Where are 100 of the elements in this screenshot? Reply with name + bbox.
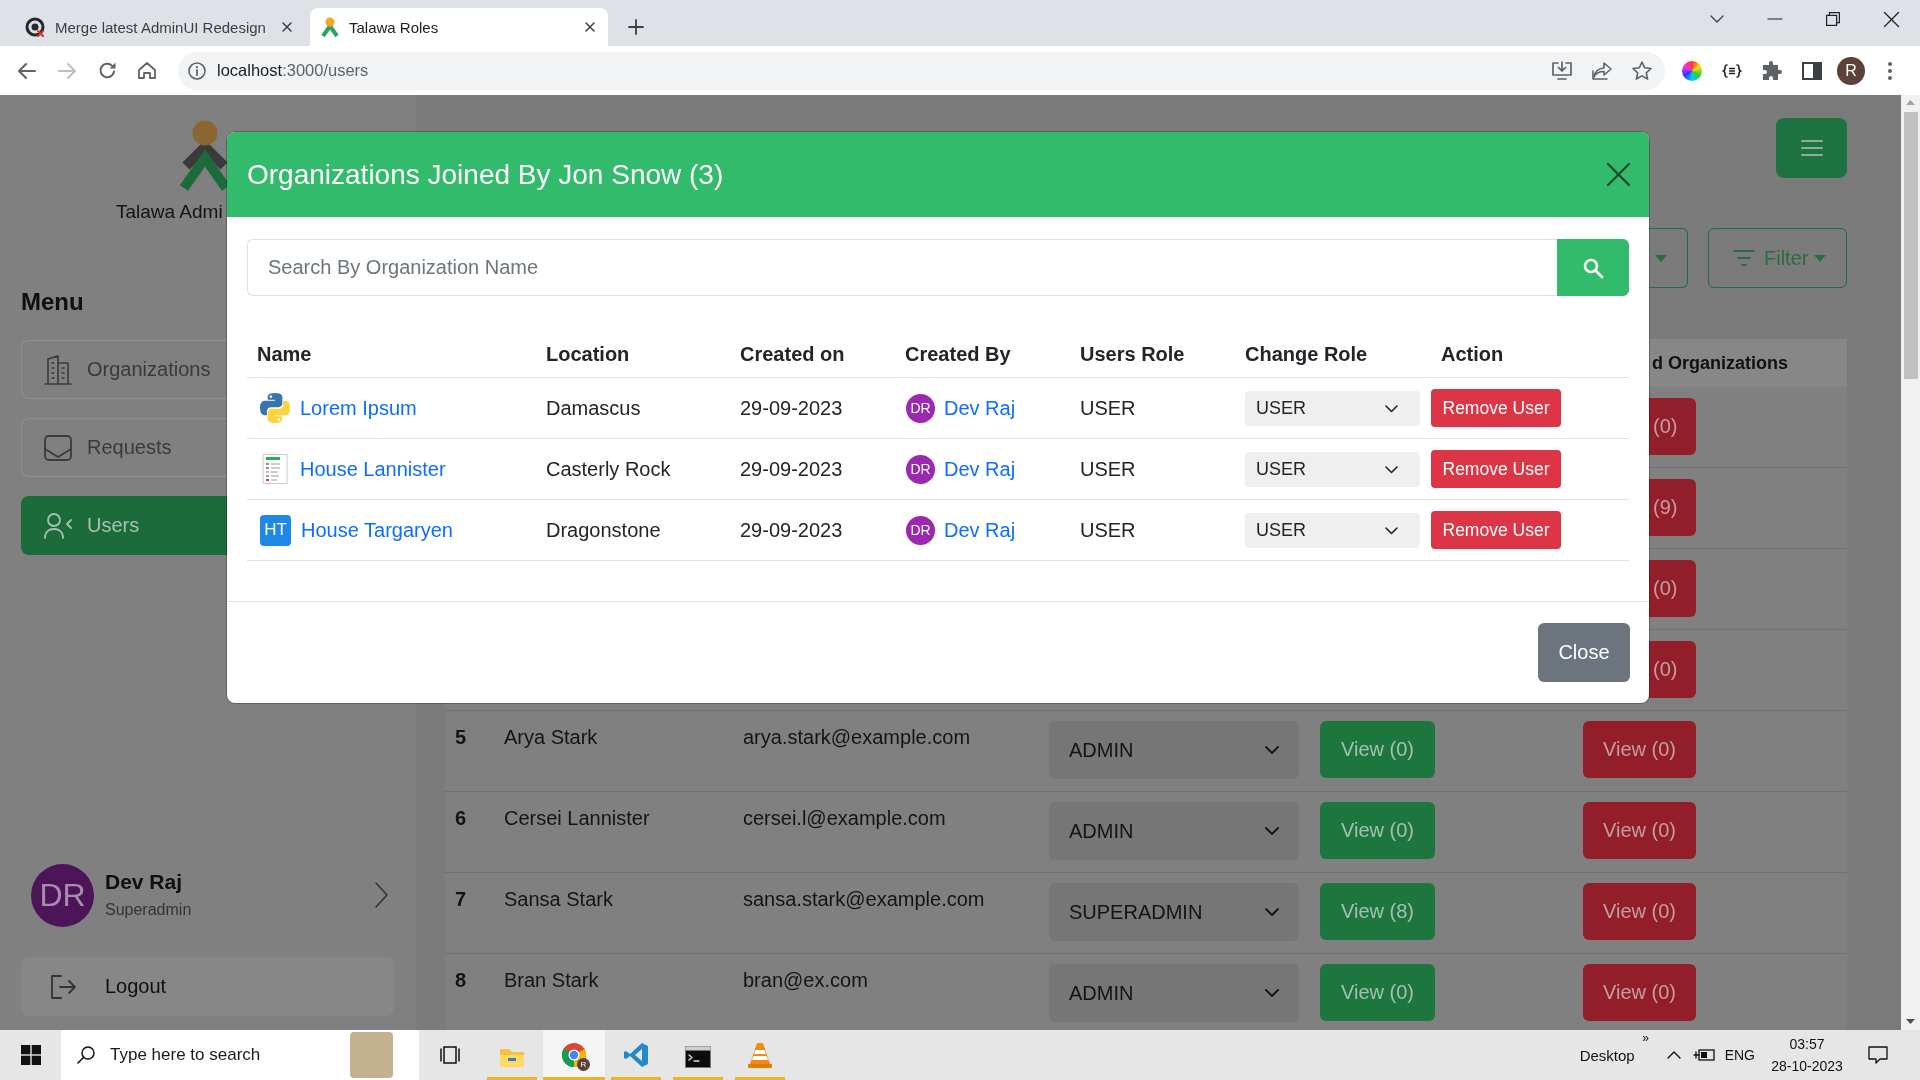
modal-close-button[interactable]: [1605, 161, 1631, 188]
chevron-down-icon: [1265, 827, 1279, 835]
column-header: Change Role: [1244, 342, 1368, 366]
user-name: Arya Stark: [503, 725, 599, 749]
table-cell-text: Damascus: [545, 396, 641, 420]
view-button[interactable]: (0): [1649, 398, 1696, 455]
address-bar[interactable]: localhost:3000/users: [178, 51, 1665, 90]
role-select[interactable]: USER: [1245, 451, 1420, 487]
remove-user-button[interactable]: Remove User: [1431, 450, 1561, 488]
scrollbar-track[interactable]: [1901, 95, 1920, 1030]
creator-link[interactable]: Dev Raj: [944, 457, 1016, 481]
profile-badge: R: [577, 1058, 590, 1071]
browser-tab[interactable]: Merge latest AdminUI Redesign: [14, 8, 305, 46]
organization-link[interactable]: House Lannister: [300, 457, 446, 481]
sidebar-item[interactable]: Organizations: [21, 340, 227, 399]
role-select[interactable]: ADMIN: [1049, 721, 1299, 779]
role-select[interactable]: SUPERADMIN: [1049, 883, 1299, 941]
creator-avatar: DR: [906, 515, 935, 545]
share-icon: [1592, 61, 1612, 80]
view-button[interactable]: View (0): [1583, 883, 1696, 940]
column-header: d Organizations: [1652, 352, 1788, 374]
caret-down-icon: [1814, 254, 1827, 262]
sidebar-item[interactable]: Requests: [21, 418, 227, 477]
view-button[interactable]: View (0): [1583, 802, 1696, 859]
url-text: localhost:3000/users: [217, 61, 369, 80]
sidebar-item[interactable]: Users: [21, 496, 227, 555]
search-icon: [1583, 257, 1603, 278]
row-number: 7: [454, 887, 468, 911]
puzzle-icon: [1762, 60, 1782, 81]
remove-user-button[interactable]: Remove User: [1431, 389, 1561, 427]
view-button[interactable]: View (0): [1320, 964, 1435, 1021]
chevron-down-icon: [1385, 465, 1398, 473]
table-cell-text: Dragonstone: [545, 518, 661, 542]
minimize-icon: [1768, 18, 1782, 20]
profile-avatar[interactable]: R: [1837, 56, 1865, 85]
close-icon: [1606, 163, 1630, 186]
view-button[interactable]: (9): [1649, 479, 1696, 536]
user-email: arya.stark@example.com: [742, 725, 972, 749]
creator-avatar: DR: [906, 454, 935, 484]
battery-icon[interactable]: [1692, 1047, 1715, 1063]
taskbar-app-button[interactable]: R: [543, 1030, 605, 1080]
column-header: Created on: [739, 342, 845, 366]
traffic-cone-icon: [748, 1042, 772, 1068]
view-button[interactable]: View (8): [1320, 883, 1435, 940]
creator-link[interactable]: Dev Raj: [944, 518, 1016, 542]
column-header: Action: [1440, 342, 1504, 366]
logout-button[interactable]: Logout: [21, 957, 394, 1016]
user-icon: [44, 512, 72, 539]
clock-date[interactable]: 28-10-2023: [1771, 1058, 1843, 1074]
close-button[interactable]: Close: [1538, 623, 1630, 682]
chevron-right-icon[interactable]: [375, 882, 388, 908]
building-icon: [44, 354, 72, 385]
app-logo-icon: [321, 17, 339, 37]
view-button[interactable]: (0): [1649, 560, 1696, 617]
view-button[interactable]: (0): [1649, 641, 1696, 698]
row-number: 5: [454, 725, 468, 749]
code-editor-icon: [623, 1042, 649, 1068]
logout-icon: [51, 974, 76, 999]
role-select[interactable]: USER: [1245, 390, 1420, 426]
view-button[interactable]: View (0): [1320, 721, 1435, 778]
desktop-toolbar-label[interactable]: Desktop: [1579, 1046, 1635, 1064]
creator-link[interactable]: Dev Raj: [944, 396, 1016, 420]
role-select[interactable]: ADMIN: [1049, 802, 1299, 860]
ring-logo-icon: [25, 17, 45, 37]
user-name: Sansa Stark: [503, 887, 614, 911]
caret-down-icon: [1655, 254, 1667, 262]
taskbar-search-field[interactable]: Type here to search: [110, 1045, 330, 1065]
toolbar-overflow-button[interactable]: »: [1638, 1030, 1653, 1046]
close-icon: [282, 22, 292, 32]
terminal-icon: [685, 1046, 711, 1068]
organization-link[interactable]: Lorem Ipsum: [300, 396, 417, 420]
clock-time[interactable]: 03:57: [1789, 1036, 1825, 1052]
browser-logo-icon: [561, 1042, 587, 1068]
user-name: Bran Stark: [503, 968, 600, 992]
role-select[interactable]: ADMIN: [1049, 964, 1299, 1022]
role-select[interactable]: USER: [1245, 512, 1420, 548]
view-button[interactable]: View (0): [1320, 802, 1435, 859]
view-button[interactable]: View (0): [1583, 721, 1696, 778]
input-language[interactable]: ENG: [1724, 1047, 1755, 1063]
view-button[interactable]: View (0): [1583, 964, 1696, 1021]
organization-link[interactable]: House Targaryen: [301, 518, 453, 542]
scroll-down-arrow-icon[interactable]: [1906, 1019, 1915, 1024]
column-header: Users Role: [1079, 342, 1185, 366]
search-field[interactable]: Search By Organization Name: [247, 239, 1557, 296]
inbox-icon: [44, 434, 72, 461]
profile-name: Dev Raj: [105, 870, 183, 894]
table-cell-text: USER: [1079, 518, 1136, 542]
snake-logo-icon: [260, 393, 290, 423]
remove-user-button[interactable]: Remove User: [1431, 511, 1561, 549]
task-view-icon: [440, 1046, 460, 1064]
user-email: cersei.l@example.com: [742, 806, 947, 830]
filter-icon: [1733, 250, 1755, 266]
browser-tab[interactable]: Talawa Roles: [310, 8, 608, 46]
close-icon: [1883, 11, 1899, 27]
table-cell-text: Casterly Rock: [545, 457, 671, 481]
home-icon: [138, 62, 156, 79]
star-icon: [1632, 61, 1652, 80]
profile-avatar: DR: [31, 863, 94, 927]
speech-bubble-icon: [1868, 1046, 1888, 1064]
scrollbar-thumb[interactable]: [1903, 112, 1918, 379]
